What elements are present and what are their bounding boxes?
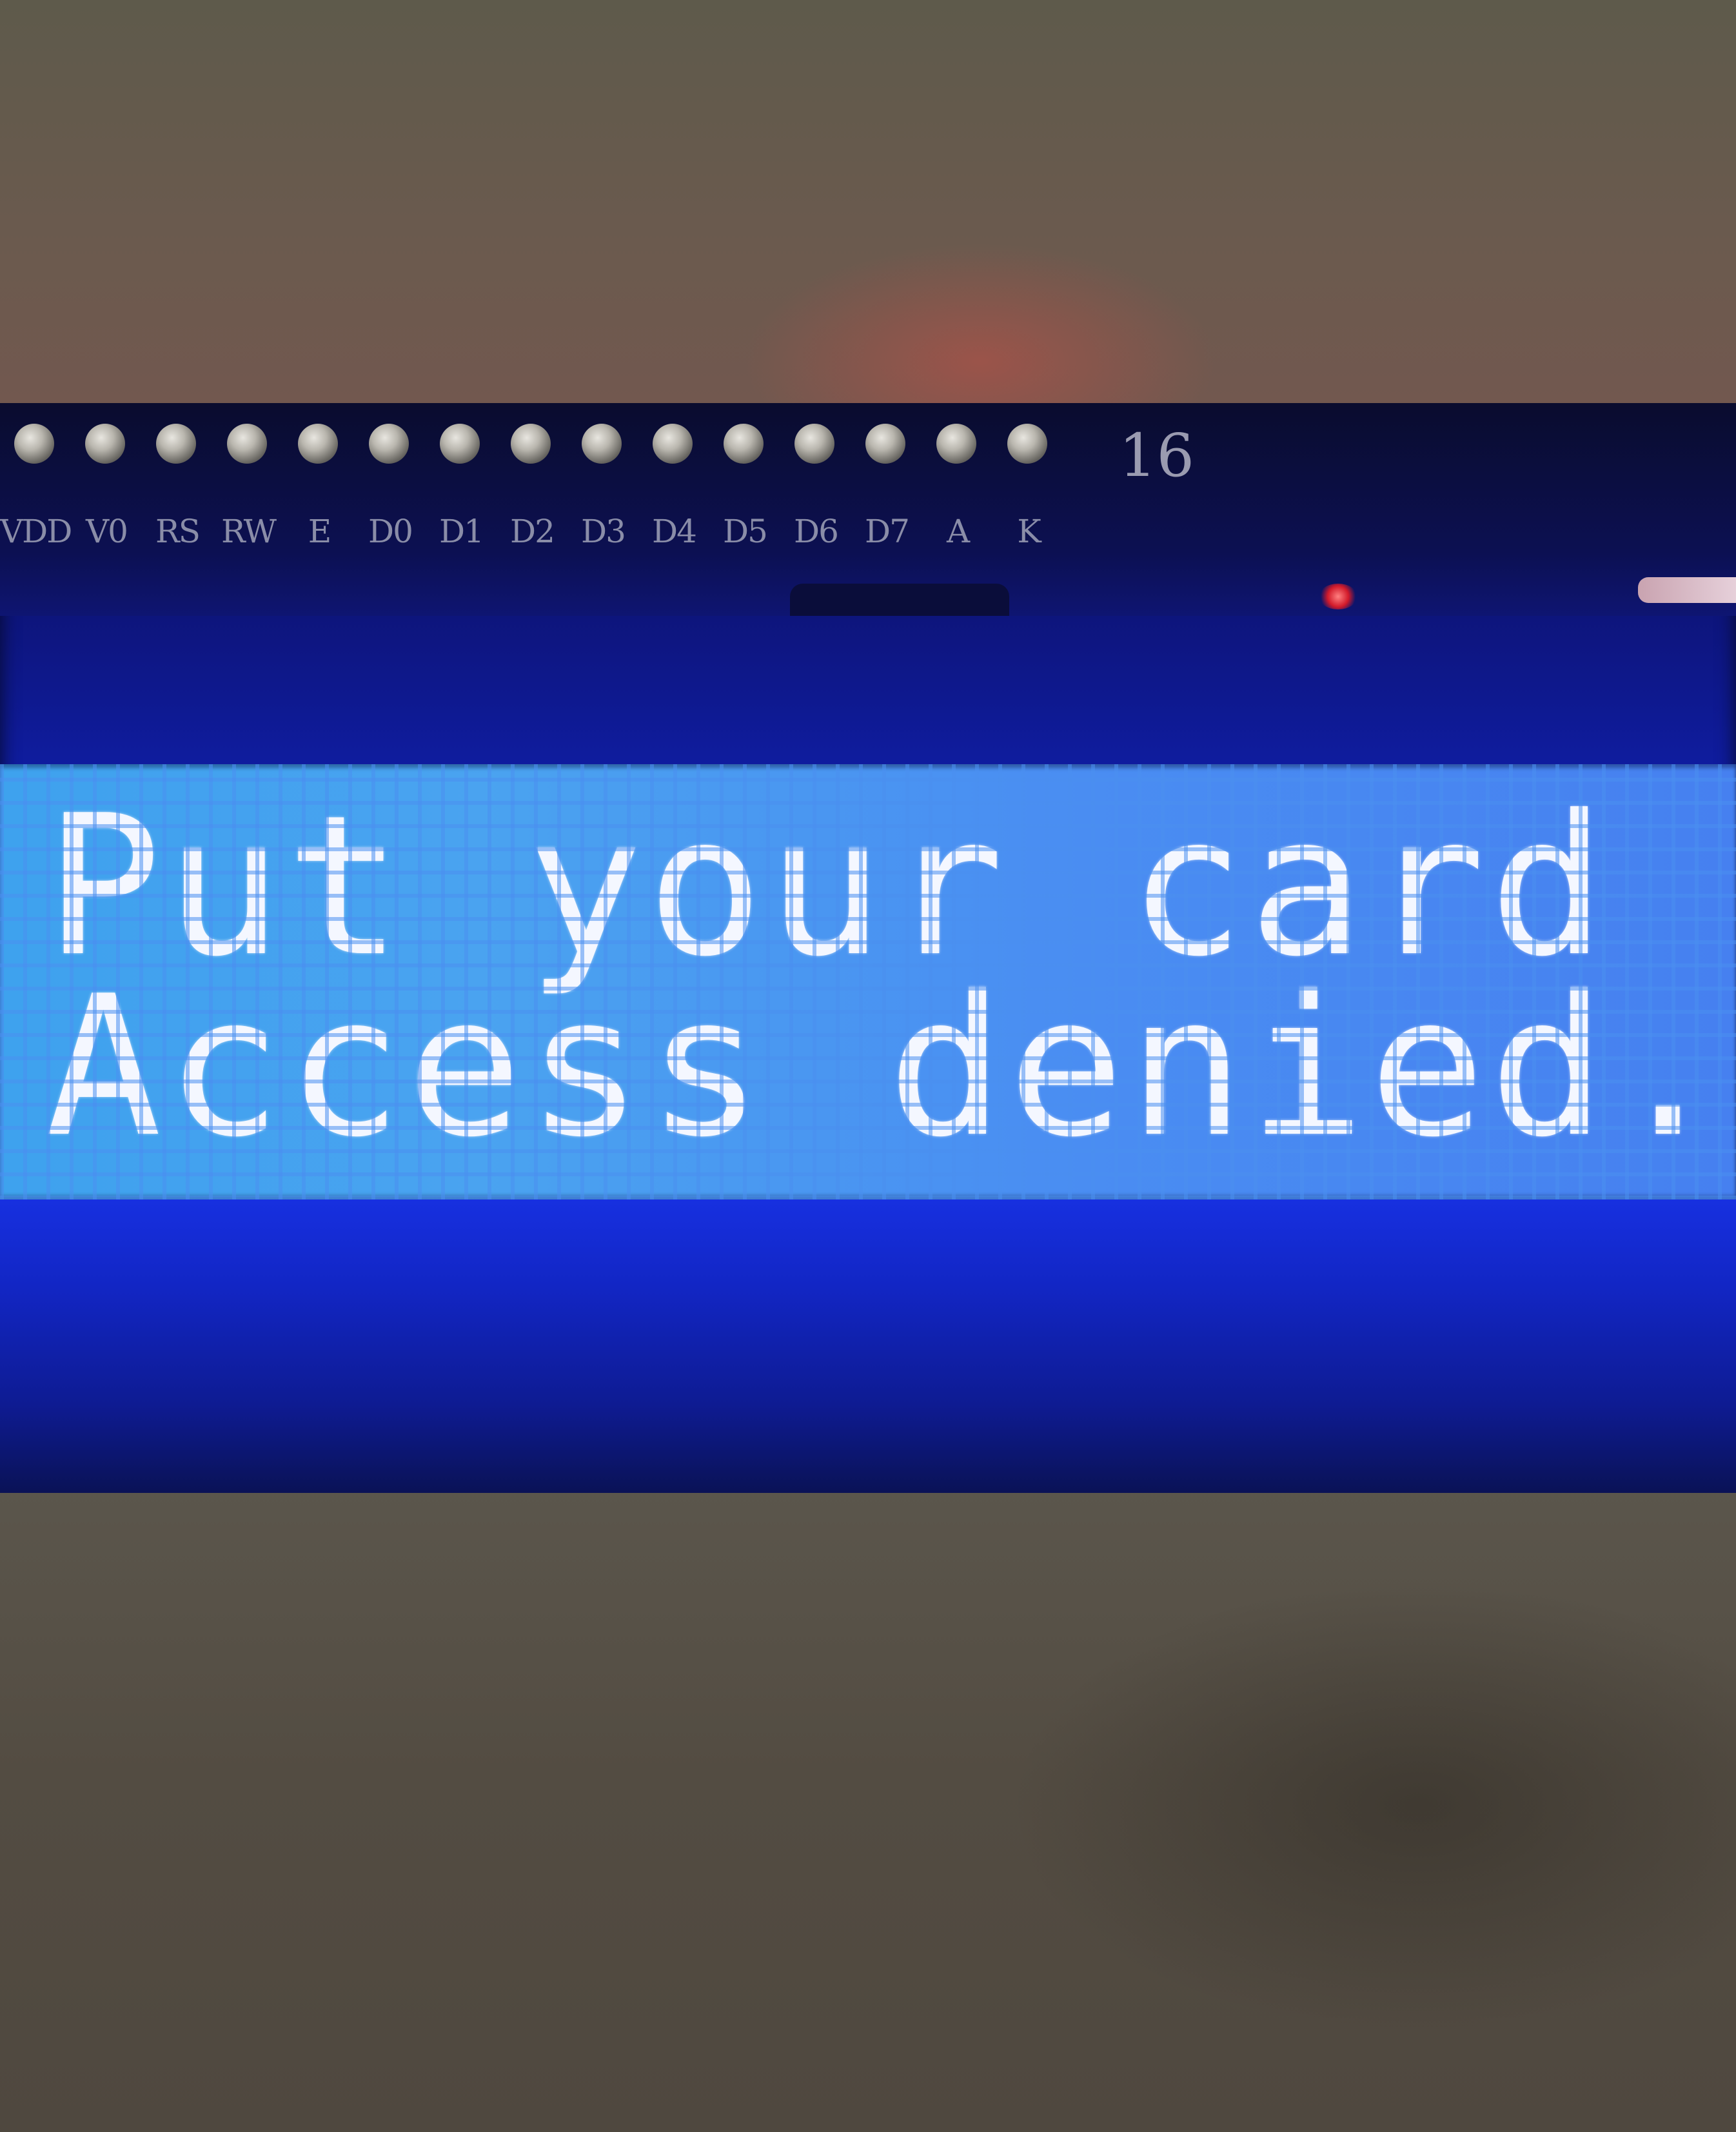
pin-label-d1: D1 xyxy=(439,513,484,550)
header-pin-row xyxy=(0,411,1122,482)
header-pin xyxy=(497,411,567,482)
pin-label-vdd: VDD xyxy=(0,513,72,550)
header-pin xyxy=(922,411,993,482)
pin-label-rw: RW xyxy=(221,513,277,550)
pin-label-a: A xyxy=(946,513,970,550)
pcb-header-strip: 16 VDD V0 RS RW E D0 D1 D2 D3 D4 D5 D6 D… xyxy=(0,403,1736,616)
pin-label-k: K xyxy=(1017,513,1041,550)
mounting-bracket xyxy=(790,584,1009,616)
power-led xyxy=(1319,584,1357,609)
header-pin xyxy=(0,411,71,482)
header-pin xyxy=(567,411,638,482)
pin-label-d0: D0 xyxy=(368,513,413,550)
table-surface-bottom xyxy=(0,1483,1736,2132)
table-surface-top xyxy=(0,0,1736,406)
photo-scene: 16 VDD V0 RS RW E D0 D1 D2 D3 D4 D5 D6 D… xyxy=(0,0,1736,2132)
pin-label-d6: D6 xyxy=(794,513,839,550)
header-pin xyxy=(780,411,851,482)
lcd-module: 16 VDD V0 RS RW E D0 D1 D2 D3 D4 D5 D6 D… xyxy=(0,403,1736,1493)
mounting-bracket-right xyxy=(1638,577,1736,603)
header-pin xyxy=(851,411,922,482)
header-pin xyxy=(213,411,284,482)
lcd-lower-bezel xyxy=(0,1199,1736,1493)
header-pin xyxy=(638,411,709,482)
header-pin xyxy=(355,411,426,482)
header-pin xyxy=(993,411,1064,482)
pin-label-v0: V0 xyxy=(86,513,128,550)
pin-label-d7: D7 xyxy=(865,513,910,550)
pin-count-label: 16 xyxy=(1119,421,1195,490)
header-pin xyxy=(426,411,497,482)
lcd-line-2: Access denied... xyxy=(45,954,1736,1180)
pin-label-d4: D4 xyxy=(652,513,697,550)
pin-label-d2: D2 xyxy=(510,513,555,550)
lcd-screen: Put your card to Access denied... xyxy=(0,764,1736,1199)
pin-label-d5: D5 xyxy=(723,513,768,550)
pin-label-rs: RS xyxy=(155,513,201,550)
header-pin xyxy=(142,411,213,482)
header-pin xyxy=(709,411,780,482)
header-pin xyxy=(71,411,142,482)
pin-label-e: E xyxy=(308,513,332,550)
header-pin xyxy=(284,411,355,482)
pin-label-row: VDD V0 RS RW E D0 D1 D2 D3 D4 D5 D6 D7 A… xyxy=(0,513,1135,558)
pin-label-d3: D3 xyxy=(581,513,626,550)
